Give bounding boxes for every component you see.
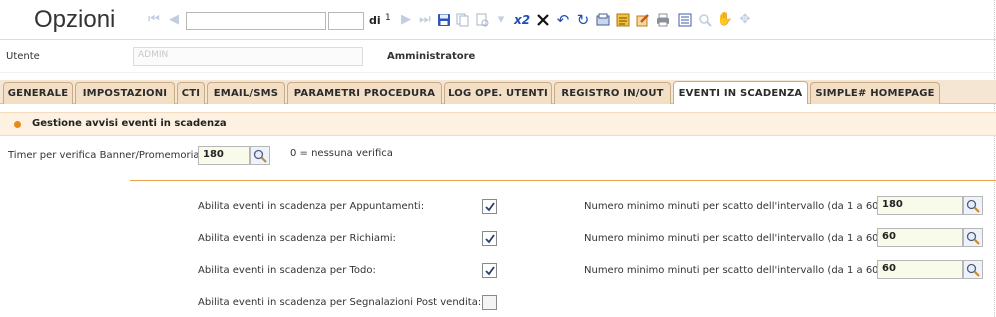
event-min-label-richiami: Numero minimo minuti per scatto dell'int…: [584, 233, 889, 244]
timer-label: Timer per verifica Banner/Promemoria: [8, 150, 200, 161]
todo-min-input[interactable]: 60: [877, 260, 963, 279]
toolbar: Opzioni ⏮ ◀ di 1 ▶ ⏭ ▾ x2 ↶ ↻ ✋ ✥: [0, 0, 996, 40]
edit-icon[interactable]: [635, 12, 651, 28]
dropdown-icon[interactable]: ▾: [493, 12, 509, 28]
delete-icon[interactable]: [535, 12, 551, 28]
tab-cti[interactable]: CTI: [177, 82, 205, 104]
checkmark-icon: [484, 265, 495, 275]
richiami-min-input[interactable]: 60: [877, 228, 963, 247]
copy-icon[interactable]: [455, 12, 471, 28]
magnifier-icon: [966, 263, 980, 277]
tab-log-ope-utenti[interactable]: LOG OPE. UTENTI: [444, 82, 552, 104]
prev-record-icon[interactable]: ◀: [166, 12, 182, 28]
event-label-post-vendita: Abilita eventi in scadenza per Segnalazi…: [198, 297, 482, 308]
record-number-input[interactable]: [328, 12, 364, 30]
printer-icon[interactable]: [655, 12, 671, 28]
magnifier-icon: [966, 231, 980, 245]
event-label-richiami: Abilita eventi in scadenza per Richiami:: [198, 233, 396, 244]
user-label: Utente: [6, 51, 40, 62]
export-icon[interactable]: [595, 12, 611, 28]
page-title: Opzioni: [34, 6, 116, 33]
event-min-label-appuntamenti: Numero minimo minuti per scatto dell'int…: [584, 201, 889, 212]
magnifier-icon: [253, 149, 267, 163]
record-total: 1: [385, 13, 391, 23]
print-preview-icon[interactable]: [474, 12, 490, 28]
move-icon[interactable]: ✥: [737, 12, 753, 28]
notes-icon[interactable]: [615, 12, 631, 28]
record-current-input[interactable]: [186, 12, 326, 30]
user-row: Utente ADMIN Amministratore: [0, 41, 996, 73]
tab-email-sms[interactable]: EMAIL/SMS: [207, 82, 285, 104]
tab-parametri-procedura[interactable]: PARAMETRI PROCEDURA: [287, 82, 442, 104]
checkmark-icon: [484, 201, 495, 211]
post-vendita-checkbox[interactable]: [482, 295, 497, 310]
tab-registro-in-out[interactable]: REGISTRO IN/OUT: [554, 82, 671, 104]
richiami-lookup-button[interactable]: [963, 228, 983, 247]
tab-eventi-in-scadenza[interactable]: EVENTI IN SCADENZA: [673, 81, 808, 104]
tab-bar: GENERALE IMPOSTAZIONI CTI EMAIL/SMS PARA…: [0, 80, 996, 104]
magnifier-icon: [966, 199, 980, 213]
event-label-todo: Abilita eventi in scadenza per Todo:: [198, 265, 376, 276]
user-role: Amministratore: [387, 51, 476, 62]
next-record-icon[interactable]: ▶: [398, 12, 414, 28]
appuntamenti-lookup-button[interactable]: [963, 196, 983, 215]
appuntamenti-min-input[interactable]: 180: [877, 196, 963, 215]
refresh-icon[interactable]: ↻: [575, 12, 591, 28]
hand-icon[interactable]: ✋: [717, 12, 733, 28]
event-min-label-todo: Numero minimo minuti per scatto dell'int…: [584, 265, 889, 276]
todo-lookup-button[interactable]: [963, 260, 983, 279]
tab-impostazioni[interactable]: IMPOSTAZIONI: [75, 82, 175, 104]
appuntamenti-checkbox[interactable]: [482, 199, 497, 214]
tab-generale[interactable]: GENERALE: [3, 82, 73, 104]
list-icon[interactable]: [677, 12, 693, 28]
search-icon[interactable]: [697, 12, 713, 28]
first-record-icon[interactable]: ⏮: [146, 12, 162, 28]
todo-checkbox[interactable]: [482, 263, 497, 278]
timer-input[interactable]: 180: [198, 146, 250, 165]
section-title: Gestione avvisi eventi in scadenza: [32, 118, 227, 129]
timer-note: 0 = nessuna verifica: [290, 148, 393, 159]
event-label-appuntamenti: Abilita eventi in scadenza per Appuntame…: [198, 201, 425, 212]
tab-simple-homepage[interactable]: SIMPLE# HOMEPAGE: [810, 82, 940, 104]
bullet-icon: [14, 121, 21, 128]
user-field: ADMIN: [133, 47, 363, 66]
x2-icon[interactable]: x2: [514, 12, 530, 28]
divider: [994, 0, 995, 317]
checkmark-icon: [484, 233, 495, 243]
last-record-icon[interactable]: ⏭: [417, 12, 433, 28]
richiami-checkbox[interactable]: [482, 231, 497, 246]
undo-icon[interactable]: ↶: [555, 12, 571, 28]
section-divider: [130, 180, 996, 181]
of-label: di: [369, 14, 381, 27]
save-icon[interactable]: [436, 12, 452, 28]
timer-lookup-button[interactable]: [250, 146, 270, 165]
section-header: Gestione avvisi eventi in scadenza: [0, 112, 996, 136]
